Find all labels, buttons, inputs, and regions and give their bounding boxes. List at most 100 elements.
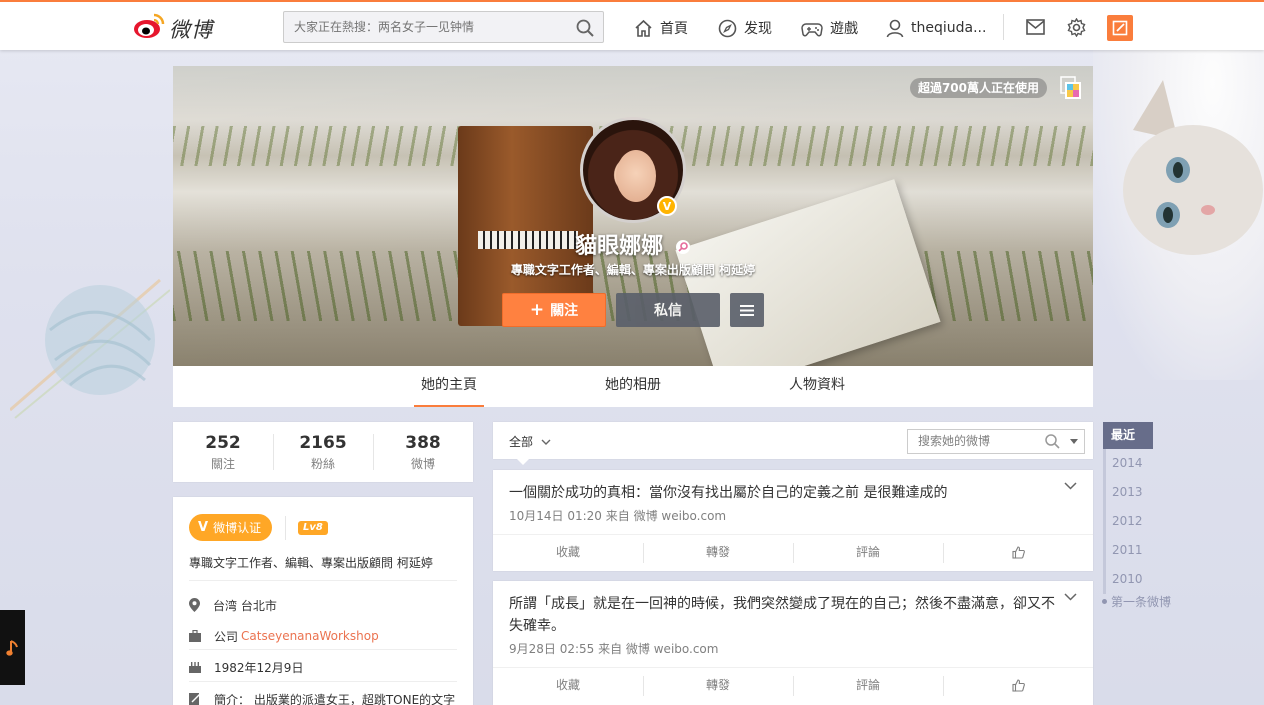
filter-all-dropdown[interactable]: 全部 [509, 433, 551, 465]
menu-icon [740, 304, 754, 316]
thumbs-up-icon [1011, 679, 1025, 692]
info-location: 台湾 台北市 [189, 595, 277, 615]
location-text: 台湾 台北市 [213, 598, 277, 613]
post-actions: 收藏 轉發 評論 [493, 667, 1093, 703]
chevron-down-icon[interactable] [1064, 593, 1077, 601]
search-input[interactable] [284, 12, 564, 42]
comment-button[interactable]: 評論 [793, 535, 943, 570]
profile-stats: 252 關注 2165 粉絲 388 微博 [173, 422, 473, 482]
info-divider [189, 681, 457, 682]
avatar-face [616, 150, 656, 202]
info-divider [285, 516, 286, 540]
stat-followers[interactable]: 2165 粉絲 [273, 422, 373, 482]
level-badge[interactable]: Lv8 [298, 521, 328, 535]
nav-home[interactable]: 首頁 [634, 17, 688, 39]
repost-button[interactable]: 轉發 [643, 668, 793, 703]
stat-posts-count: 388 [405, 433, 441, 453]
profile-name: 貓眼娜娜 [575, 234, 664, 259]
verification-pill[interactable]: V 微博认证 [189, 514, 273, 541]
info-divider [189, 580, 457, 581]
global-search-box[interactable] [283, 11, 604, 43]
stat-posts-label: 微博 [410, 457, 435, 471]
company-prefix: 公司 [214, 629, 239, 644]
stat-following-label: 關注 [210, 457, 235, 471]
timeline-year[interactable]: 2012 [1103, 507, 1193, 536]
timeline-year[interactable]: 2011 [1103, 536, 1193, 565]
search-dropdown-arrow[interactable] [1070, 439, 1078, 444]
timeline-year[interactable]: 2014 [1103, 449, 1193, 478]
cat-face-icon [1123, 80, 1263, 255]
post-meta[interactable]: 10月14日 01:20 来自 微博 weibo.com [509, 507, 726, 524]
info-birthday: 1982年12月9日 [189, 657, 303, 677]
gear-icon[interactable] [1067, 18, 1086, 37]
favorite-button[interactable]: 收藏 [493, 668, 643, 703]
timeline-recent[interactable]: 最近 [1103, 422, 1153, 449]
nav-discover[interactable]: 发现 [718, 17, 772, 39]
change-skin-icon[interactable] [1060, 76, 1082, 100]
music-player-tab[interactable] [0, 610, 25, 685]
birthday-cake-icon [189, 662, 201, 673]
stat-following[interactable]: 252 關注 [173, 422, 273, 482]
nav-username: theqiuda... [911, 20, 987, 36]
favorite-button[interactable]: 收藏 [493, 535, 643, 570]
more-menu-button[interactable] [730, 293, 764, 327]
yarn-ball-decoration [10, 278, 170, 419]
feed-filter-bar: 全部 搜索她的微博 [493, 422, 1093, 465]
post-meta[interactable]: 9月28日 02:55 来自 微博 weibo.com [509, 640, 718, 657]
profile-info-card: V 微博认证 Lv8 專職文字工作者、編輯、專案出版顧問 柯延婷 台湾 台北市 … [173, 497, 473, 705]
verification-description: 專職文字工作者、編輯、專案出版顧問 柯延婷 [189, 556, 433, 570]
weibo-logo[interactable]: 微博 [133, 11, 223, 42]
nav-games-label: 遊戲 [830, 21, 858, 37]
timeline-first-post-label: 第一条微博 [1111, 595, 1172, 609]
user-icon [886, 19, 904, 37]
verification-label: 微博认证 [213, 521, 262, 535]
profile-search-placeholder: 搜索她的微博 [918, 434, 991, 448]
mail-icon[interactable] [1026, 19, 1045, 35]
tab-home[interactable]: 她的主頁 [414, 366, 484, 407]
message-button[interactable]: 私信 [616, 293, 720, 327]
info-company: 公司 CatseyenanaWorkshop [189, 626, 379, 646]
follow-label: 關注 [550, 303, 579, 319]
profile-cover: 超過700萬人正在使用 V 貓眼娜娜 專職文字工作者、編輯、專案出版顧問 柯延婷… [173, 66, 1093, 366]
plus-icon: + [529, 299, 545, 320]
stat-followers-count: 2165 [299, 433, 347, 453]
timeline-year[interactable]: 2013 [1103, 478, 1193, 507]
cat-decoration [1093, 50, 1264, 380]
birthday-text: 1982年12月9日 [214, 660, 304, 675]
search-icon[interactable] [576, 19, 594, 37]
timeline-year[interactable]: 2010 [1103, 565, 1193, 594]
timeline-first-post[interactable]: 第一条微博 [1102, 593, 1171, 610]
female-gender-icon [675, 240, 690, 254]
search-icon[interactable] [1045, 434, 1060, 449]
weibo-post: 一個關於成功的真相：當你沒有找出屬於自己的定義之前 是很難達成的 10月14日 … [493, 470, 1093, 571]
repost-button[interactable]: 轉發 [643, 535, 793, 570]
follow-button[interactable]: + 關注 [502, 293, 606, 327]
like-button[interactable] [943, 668, 1093, 703]
profile-name-row: 貓眼娜娜 [173, 228, 1093, 260]
filter-all-label: 全部 [509, 435, 534, 449]
timeline-nav: 最近 2014 2013 2012 2011 2010 [1103, 422, 1193, 594]
company-link[interactable]: CatseyenanaWorkshop [241, 629, 379, 643]
edit-icon [1112, 20, 1128, 36]
stat-posts[interactable]: 388 微博 [373, 422, 473, 482]
compass-icon [718, 19, 737, 37]
thumbs-up-icon [1011, 546, 1025, 559]
chevron-down-icon[interactable] [1064, 482, 1077, 490]
compose-button[interactable] [1107, 15, 1133, 41]
note-edit-icon [189, 693, 201, 705]
profile-search-box[interactable]: 搜索她的微博 [907, 429, 1085, 454]
home-icon [635, 19, 652, 37]
users-count-badge[interactable]: 超過700萬人正在使用 [909, 78, 1047, 98]
tab-album[interactable]: 她的相册 [598, 366, 668, 407]
bio-text: 簡介： 出版業的派遣女王，超跳TONE的文字 [214, 692, 456, 705]
nav-user[interactable]: theqiuda... [886, 17, 986, 39]
comment-button[interactable]: 評論 [793, 668, 943, 703]
like-button[interactable] [943, 535, 1093, 570]
nav-home-label: 首頁 [660, 21, 688, 37]
verified-v-icon: V [198, 520, 209, 535]
weibo-post: 所謂「成長」就是在一回神的時候，我們突然變成了現在的自己；然後不盡滿意，卻又不失… [493, 581, 1093, 705]
logo-text: 微博 [169, 18, 213, 42]
nav-games[interactable]: 遊戲 [801, 17, 858, 39]
location-pin-icon [189, 598, 200, 612]
tab-profile-info[interactable]: 人物資料 [782, 366, 852, 407]
